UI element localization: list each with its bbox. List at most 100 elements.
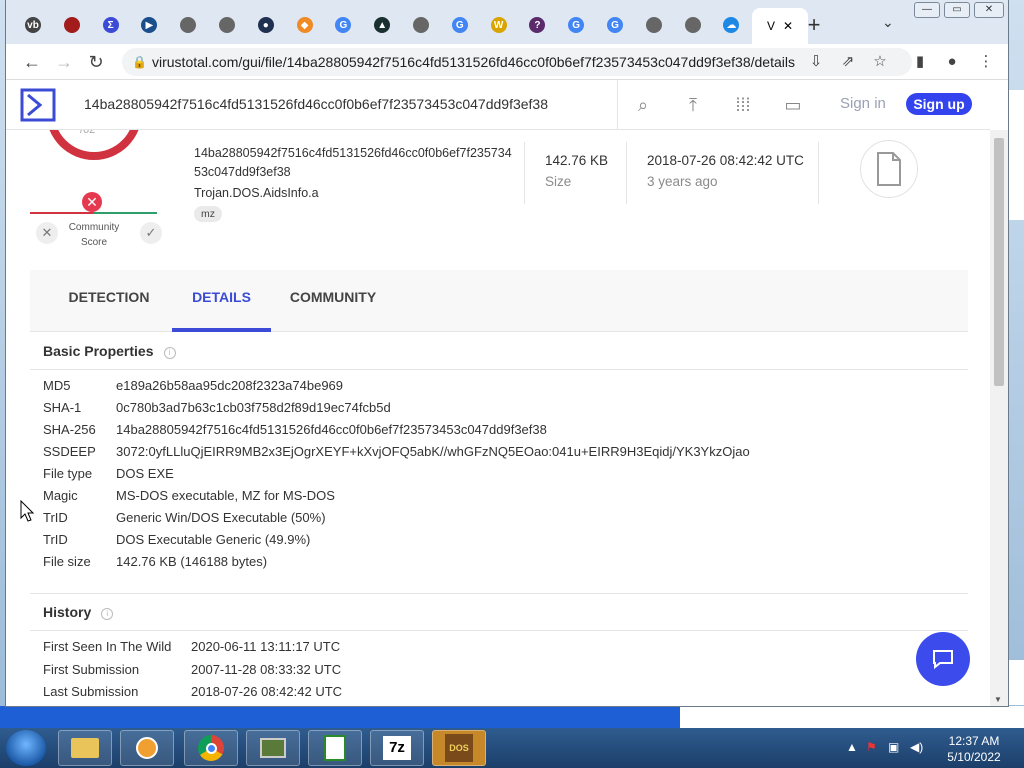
tab-search-chevron-icon[interactable]: ⌄: [882, 14, 894, 31]
property-value[interactable]: DOS Executable Generic (49.9%): [116, 532, 310, 547]
globe-icon: [645, 17, 662, 33]
browser-tab[interactable]: [680, 12, 706, 38]
browser-tab[interactable]: [175, 12, 201, 38]
back-arrow-icon[interactable]: ←: [20, 50, 44, 74]
scrollbar-thumb[interactable]: [994, 138, 1004, 386]
lock-icon: 🔒: [132, 55, 147, 69]
info-icon[interactable]: i: [101, 608, 114, 620]
property-value[interactable]: 142.76 KB (146188 bytes): [116, 554, 267, 569]
chat-bubble-icon[interactable]: ▭: [782, 94, 804, 116]
browser-tab[interactable]: ▶: [136, 12, 162, 38]
property-value[interactable]: 14ba28805942f7516c4fd5131526fd46cc0f0b6e…: [116, 422, 547, 437]
tab-active[interactable]: V ✕: [752, 8, 808, 44]
start-button[interactable]: [6, 730, 46, 766]
network-tray-icon[interactable]: ▣: [888, 740, 899, 754]
tab-details[interactable]: DETAILS: [172, 270, 271, 332]
browser-tab[interactable]: G: [602, 12, 628, 38]
page-scrollbar[interactable]: ▼: [990, 130, 1008, 706]
vote-harmless-button[interactable]: ✓: [140, 222, 162, 244]
close-tab-icon[interactable]: ✕: [783, 19, 793, 33]
file-size-value: 142.76 KB: [545, 153, 609, 168]
browser-tab[interactable]: [641, 12, 667, 38]
profile-avatar-icon[interactable]: ●: [942, 52, 962, 72]
browser-tab[interactable]: G: [330, 12, 356, 38]
sign-in-link[interactable]: Sign in: [840, 95, 886, 112]
mouse-cursor-icon: [20, 500, 34, 522]
browser-tab[interactable]: ●: [253, 12, 279, 38]
minimize-button[interactable]: —: [914, 2, 940, 18]
show-hidden-icons-icon[interactable]: ▲: [846, 740, 858, 754]
volume-icon[interactable]: ◀): [910, 740, 923, 754]
history-key: First Seen In The Wild: [43, 639, 172, 654]
reload-icon[interactable]: ↻: [84, 50, 108, 74]
chrome-icon[interactable]: [184, 730, 238, 766]
property-value[interactable]: Generic Win/DOS Executable (50%): [116, 510, 326, 525]
install-app-icon[interactable]: ⇩: [806, 52, 826, 72]
virustotal-header: 14ba28805942f7516c4fd5131526fd46cc0f0b6e…: [6, 80, 990, 130]
dosbox-icon[interactable]: DOS: [432, 730, 486, 766]
property-value[interactable]: DOS EXE: [116, 466, 174, 481]
vote-malicious-button[interactable]: ✕: [36, 222, 58, 244]
property-value[interactable]: MS-DOS executable, MZ for MS-DOS: [116, 488, 335, 503]
browser-toolbar: ← → ↻ 🔒 virustotal.com/gui/file/14ba2880…: [6, 44, 1008, 80]
tab-detection[interactable]: DETECTION: [54, 270, 164, 332]
browser-tab[interactable]: ?: [524, 12, 550, 38]
tab-community[interactable]: COMMUNITY: [278, 270, 388, 332]
property-value[interactable]: 0c780b3ad7b63c1cb03f758d2f89d19ec74fcb5d: [116, 400, 391, 415]
notepad-icon[interactable]: [308, 730, 362, 766]
browser-tab[interactable]: G: [447, 12, 473, 38]
chat-support-button[interactable]: [916, 632, 970, 686]
property-row: SHA-1 0c780b3ad7b63c1cb03f758d2f89d19ec74…: [43, 400, 391, 415]
media-player-icon[interactable]: [120, 730, 174, 766]
browser-tab[interactable]: W: [486, 12, 512, 38]
search-icon[interactable]: ⌕: [632, 94, 654, 116]
history-value: 2020-06-11 13:11:17 UTC: [191, 639, 341, 654]
divider: [617, 80, 618, 130]
browser-tab[interactable]: [214, 12, 240, 38]
forward-arrow-icon[interactable]: →: [52, 50, 76, 74]
close-window-button[interactable]: ✕: [974, 2, 1004, 18]
wbo-icon: W: [490, 17, 507, 33]
upload-icon[interactable]: ⤒: [682, 94, 704, 116]
browser-tab[interactable]: ◆: [292, 12, 318, 38]
new-tab-button[interactable]: +: [802, 14, 826, 38]
browser-tab[interactable]: ▲: [369, 12, 395, 38]
property-row: TrID DOS Executable Generic (49.9%): [43, 532, 310, 547]
browser-tab[interactable]: Σ: [98, 12, 124, 38]
search-input[interactable]: 14ba28805942f7516c4fd5131526fd46cc0f0b6e…: [84, 96, 548, 112]
virustotal-logo-icon[interactable]: [20, 88, 56, 122]
maximize-button[interactable]: ▭: [944, 2, 970, 18]
property-value[interactable]: e189a26b58aa95dc208f2323a74be969: [116, 378, 343, 393]
browser-tab[interactable]: G: [563, 12, 589, 38]
info-icon[interactable]: i: [163, 347, 176, 359]
file-tag[interactable]: mz: [194, 206, 222, 222]
file-size-label: Size: [545, 174, 572, 189]
browser-tab[interactable]: [59, 12, 85, 38]
address-bar[interactable]: 🔒 virustotal.com/gui/file/14ba28805942f7…: [122, 48, 912, 76]
7zip-icon[interactable]: 7z: [370, 730, 424, 766]
chat-icon: [933, 650, 953, 670]
bookmark-star-icon[interactable]: ☆: [870, 52, 890, 72]
sign-up-button[interactable]: Sign up: [906, 93, 972, 115]
apps-grid-icon[interactable]: ⁞⁞⁞: [732, 94, 754, 116]
history-value: 2007-11-28 08:33:32 UTC: [191, 661, 342, 677]
community-score-bar: [30, 212, 157, 214]
scroll-down-arrow-icon[interactable]: ▼: [994, 695, 1002, 704]
share-icon[interactable]: ⇗: [838, 52, 858, 72]
browser-tab[interactable]: ☁: [718, 12, 744, 38]
active-tab-title: V: [766, 19, 775, 33]
browser-tab[interactable]: vb: [20, 12, 46, 38]
property-value[interactable]: 3072:0yfLLluQjEIRR9MB2x3EjOgrXEYF+kXvjOF…: [116, 444, 750, 459]
network-icon[interactable]: [246, 730, 300, 766]
action-center-icon[interactable]: ⚑: [866, 740, 877, 754]
cloud-icon: ☁: [723, 17, 740, 33]
menu-kebab-icon[interactable]: ⋮: [976, 52, 996, 72]
side-panel-icon[interactable]: ▮: [910, 52, 930, 72]
explorer-icon[interactable]: [58, 730, 112, 766]
virustotal-icon: Σ: [102, 17, 119, 33]
url-text: virustotal.com/gui/file/14ba28805942f751…: [152, 54, 795, 70]
triangle-icon: ▲: [374, 17, 391, 33]
browser-tab[interactable]: [408, 12, 434, 38]
clock[interactable]: 12:37 AM 5/10/2022: [944, 733, 1004, 765]
system-tray: ▲ ⚑ ▣ ◀) 12:37 AM 5/10/2022: [840, 728, 1024, 768]
